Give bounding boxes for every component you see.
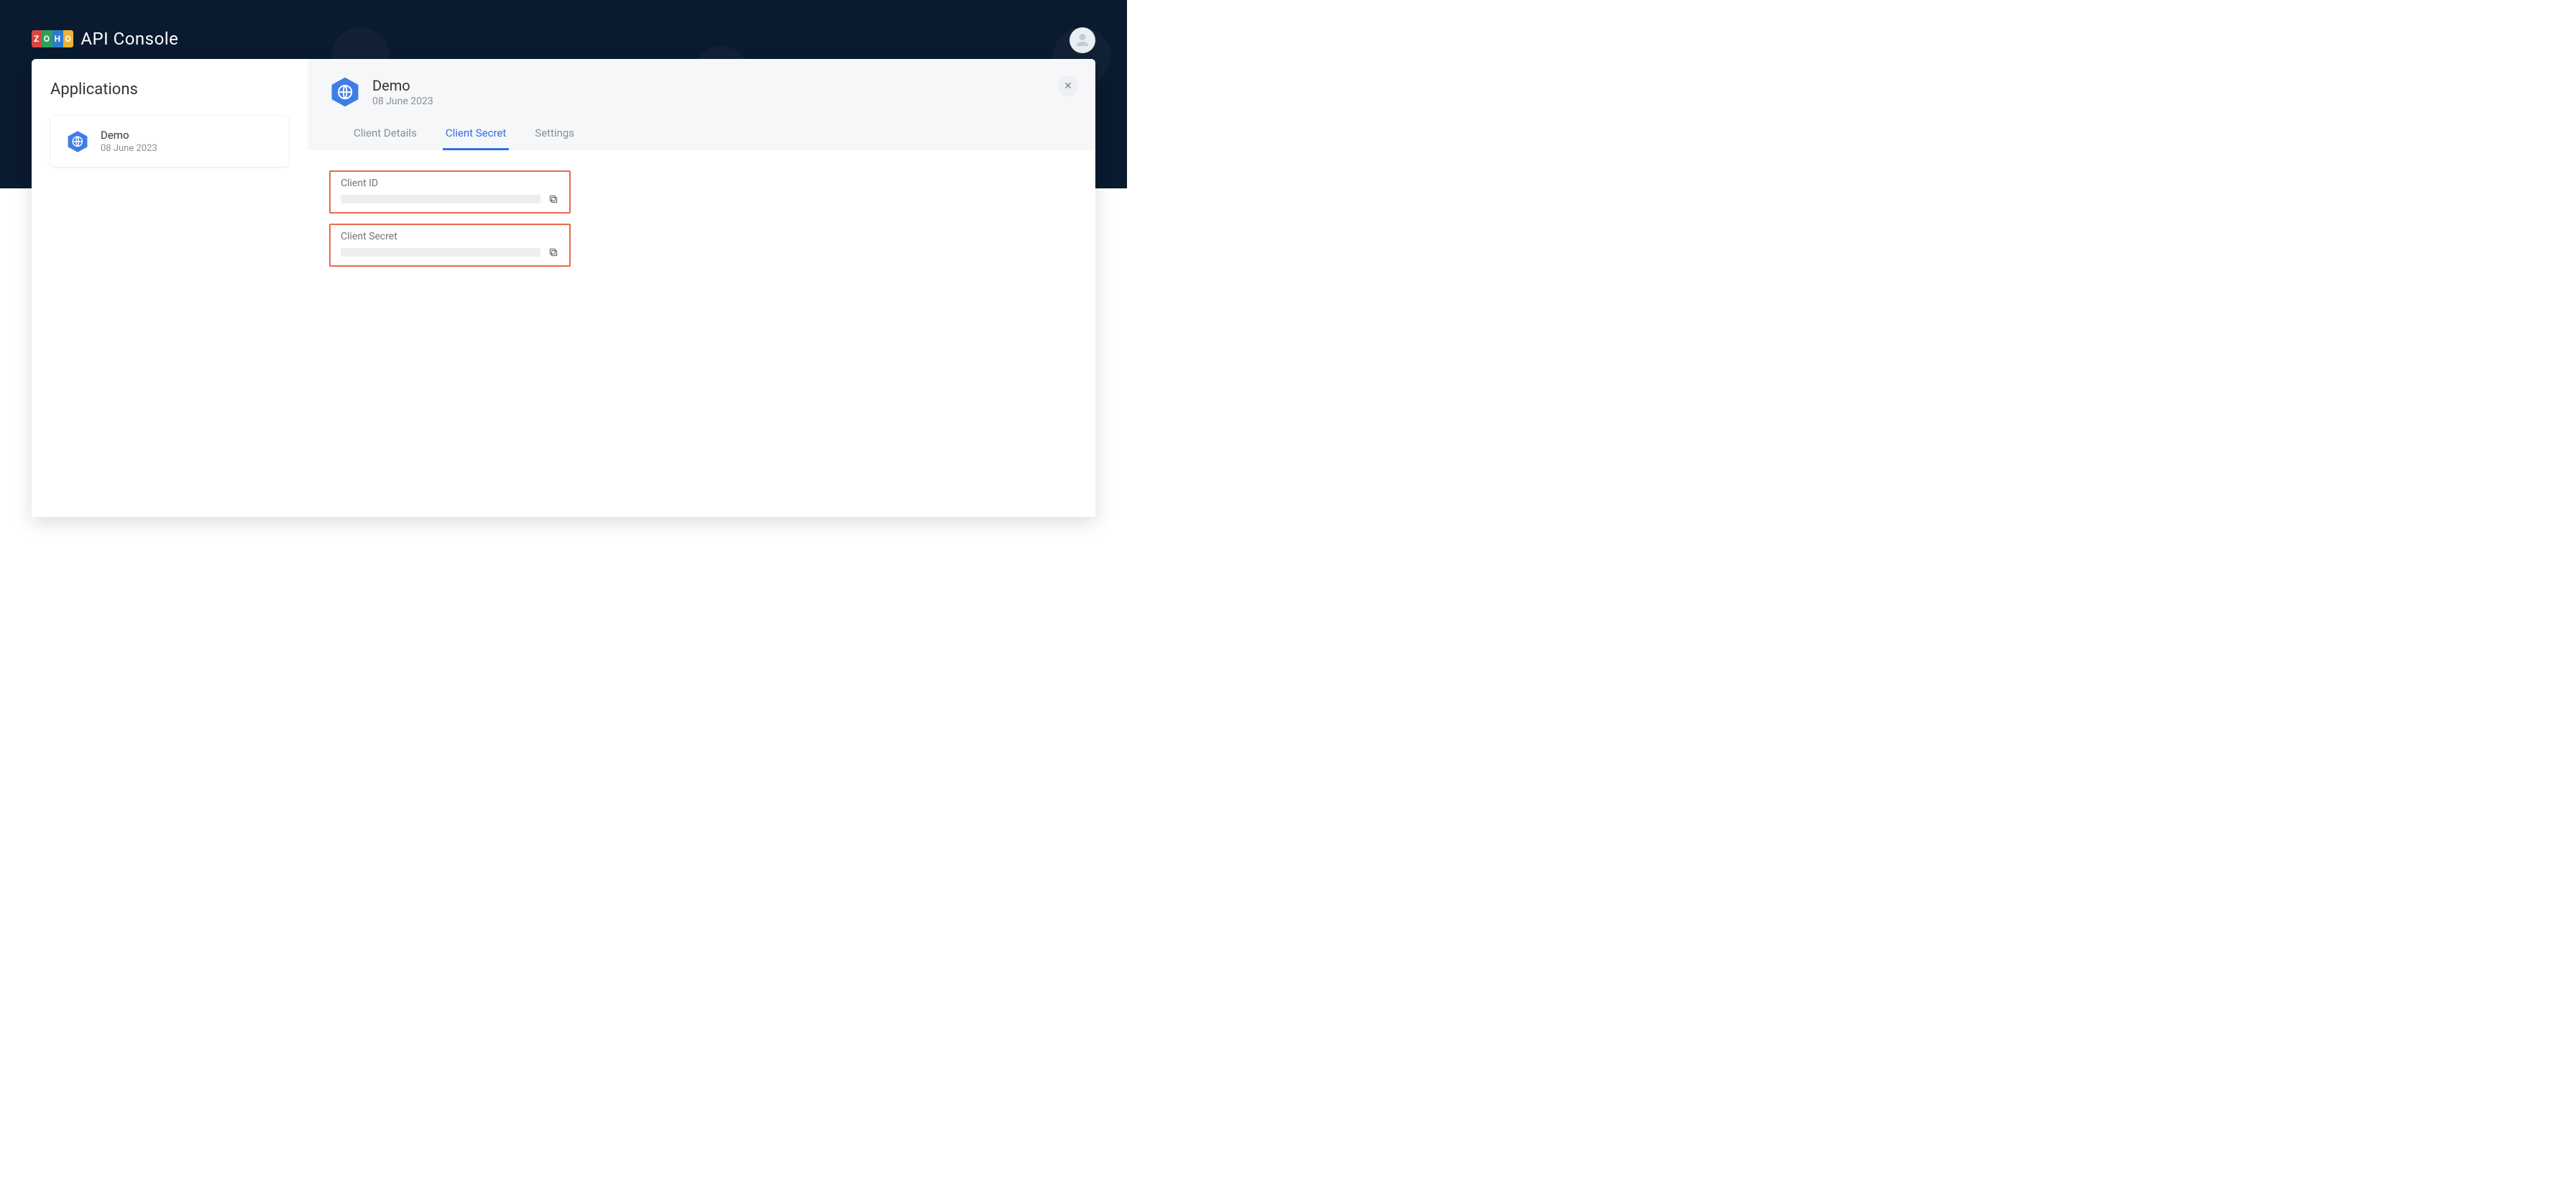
close-icon: ✕ bbox=[1064, 81, 1072, 91]
app-hex-icon bbox=[66, 130, 89, 153]
client-secret-row bbox=[341, 247, 559, 258]
logo-letter: H bbox=[52, 30, 63, 47]
app-row-date: 08 June 2023 bbox=[101, 143, 157, 154]
close-button[interactable]: ✕ bbox=[1058, 76, 1078, 96]
detail-header: Demo 08 June 2023 ✕ Client Details Clien… bbox=[308, 59, 1095, 150]
detail-hex-icon bbox=[329, 76, 361, 108]
logo-letter: O bbox=[42, 30, 52, 47]
client-id-label: Client ID bbox=[341, 178, 559, 189]
detail-body: Client ID Client Secret bbox=[308, 150, 1095, 517]
avatar[interactable] bbox=[1070, 27, 1095, 53]
copy-icon bbox=[548, 194, 558, 204]
detail-panel: Demo 08 June 2023 ✕ Client Details Clien… bbox=[308, 59, 1095, 517]
app-row-name: Demo bbox=[101, 129, 157, 142]
globe-icon bbox=[71, 135, 84, 148]
detail-title-row: Demo 08 June 2023 bbox=[329, 76, 1074, 121]
copy-icon bbox=[548, 247, 558, 257]
client-secret-block: Client Secret bbox=[329, 224, 571, 267]
sidebar: Applications Demo 08 June 2023 bbox=[32, 59, 308, 517]
copy-client-secret-button[interactable] bbox=[548, 247, 559, 258]
detail-title: Demo bbox=[372, 77, 433, 94]
tab-settings[interactable]: Settings bbox=[532, 121, 577, 150]
client-secret-value[interactable] bbox=[341, 248, 540, 257]
logo-letter: O bbox=[63, 30, 74, 47]
user-icon bbox=[1074, 32, 1091, 49]
client-id-block: Client ID bbox=[329, 170, 571, 214]
tabs: Client Details Client Secret Settings bbox=[329, 121, 1074, 150]
logo-letter: Z bbox=[32, 30, 42, 47]
brand: Z O H O API Console bbox=[32, 29, 178, 49]
sidebar-app-row[interactable]: Demo 08 June 2023 bbox=[50, 116, 289, 167]
detail-date: 08 June 2023 bbox=[372, 96, 433, 107]
detail-title-texts: Demo 08 June 2023 bbox=[372, 77, 433, 107]
zoho-logo: Z O H O bbox=[32, 30, 73, 47]
tab-client-secret[interactable]: Client Secret bbox=[443, 121, 509, 150]
copy-client-id-button[interactable] bbox=[548, 193, 559, 205]
tab-client-details[interactable]: Client Details bbox=[351, 121, 420, 150]
globe-icon bbox=[336, 83, 354, 101]
sidebar-title: Applications bbox=[50, 81, 289, 98]
brand-title: API Console bbox=[80, 29, 178, 49]
app-row-texts: Demo 08 June 2023 bbox=[101, 129, 157, 154]
client-secret-label: Client Secret bbox=[341, 231, 559, 242]
client-id-row bbox=[341, 193, 559, 205]
client-id-value[interactable] bbox=[341, 195, 540, 203]
main-card: Applications Demo 08 June 2023 Demo bbox=[32, 59, 1095, 517]
